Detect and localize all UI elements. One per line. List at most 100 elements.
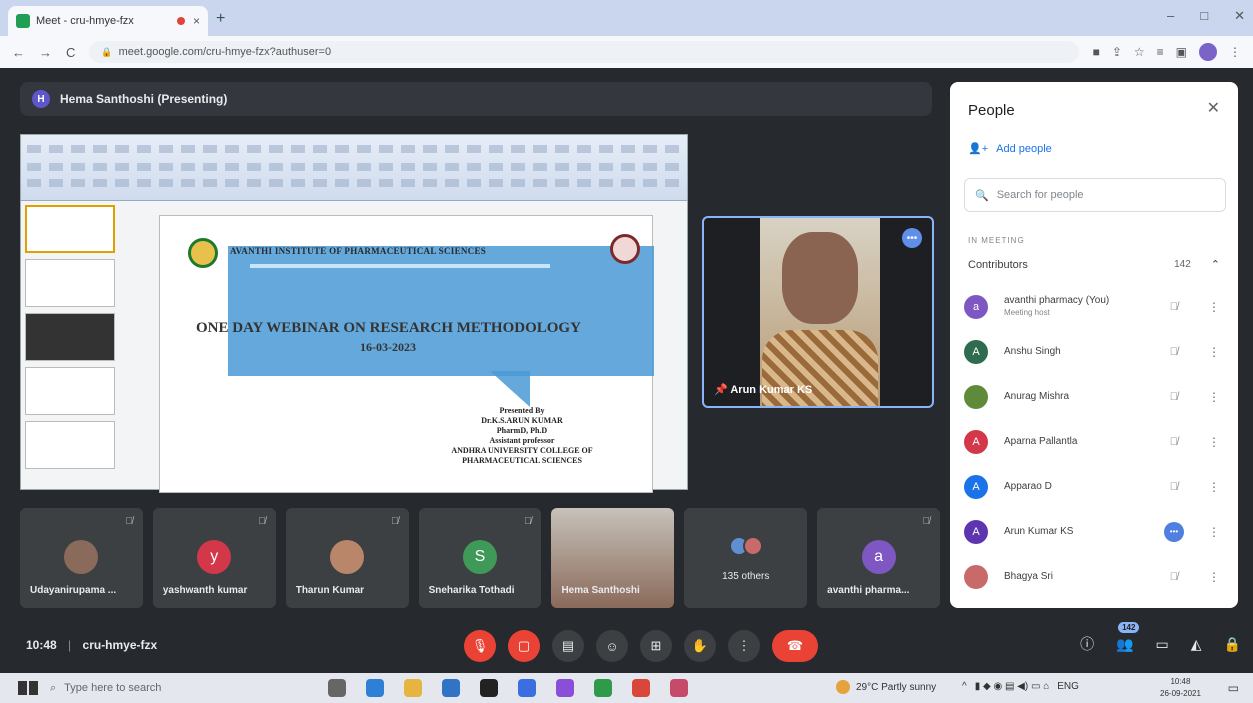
close-window-button[interactable]: ✕ bbox=[1234, 8, 1245, 24]
pinned-camera-tile[interactable]: ••• 📌 Arun Kumar KS bbox=[702, 216, 934, 408]
taskbar-search[interactable]: ⌕ Type here to search bbox=[50, 676, 300, 700]
slide-college-line1: ANDHRA UNIVERSITY COLLEGE OF bbox=[451, 446, 593, 455]
mic-off-icon: 🎙̸ bbox=[1169, 345, 1178, 358]
share-icon[interactable]: ⇪ bbox=[1112, 45, 1122, 59]
tile-options-icon[interactable]: ••• bbox=[902, 228, 922, 248]
host-controls-icon[interactable]: 🔒 bbox=[1224, 636, 1241, 653]
emoji-button[interactable]: ☺ bbox=[596, 630, 628, 662]
info-icon[interactable]: ⓘ bbox=[1080, 634, 1094, 654]
person-avatar bbox=[964, 384, 988, 409]
person-row[interactable]: A Apparao D 🎙̸ ⋮ bbox=[964, 464, 1230, 509]
person-row[interactable]: Anurag Mishra 🎙̸ ⋮ bbox=[964, 374, 1230, 419]
browser-tab[interactable]: Meet - cru-hmye-fzx × bbox=[8, 6, 208, 36]
more-icon[interactable]: ⋮ bbox=[1208, 480, 1220, 494]
participant-video-tile[interactable]: Hema Santhoshi bbox=[551, 508, 675, 608]
person-row[interactable]: A Anshu Singh 🎙̸ ⋮ bbox=[964, 329, 1230, 374]
forward-icon[interactable]: → bbox=[39, 45, 52, 60]
participant-tile[interactable]: 🎙̸ Udayanirupama ... bbox=[20, 508, 143, 608]
people-panel: People ✕ 👤+ Add people 🔍 Search for peop… bbox=[950, 82, 1238, 608]
more-icon[interactable]: ⋮ bbox=[1208, 390, 1220, 404]
ribbon-row bbox=[27, 163, 681, 171]
windows-taskbar: ⌕ Type here to search 29°C Partly sunny … bbox=[0, 673, 1253, 703]
contributors-header[interactable]: Contributors 142 ⌃ bbox=[968, 258, 1220, 272]
chrome-icon[interactable] bbox=[594, 679, 612, 697]
app-icon[interactable] bbox=[670, 679, 688, 697]
more-icon[interactable]: ⋮ bbox=[1208, 435, 1220, 449]
others-tile[interactable]: 135 others bbox=[684, 508, 808, 608]
edge-icon[interactable] bbox=[366, 679, 384, 697]
chat-icon[interactable]: ▭ bbox=[1156, 636, 1169, 653]
more-icon[interactable]: ⋮ bbox=[1208, 300, 1220, 314]
mic-toggle-button[interactable]: 🎙 bbox=[464, 630, 496, 662]
taskbar-weather[interactable]: 29°C Partly sunny bbox=[836, 680, 936, 694]
person-row[interactable]: a avanthi pharmacy (You) Meeting host 🎙̸ … bbox=[964, 284, 1230, 329]
app-icon[interactable] bbox=[556, 679, 574, 697]
ribbon-row bbox=[27, 145, 681, 153]
new-tab-button[interactable]: + bbox=[216, 10, 225, 28]
participant-tile[interactable]: 🎙̸ S Sneharika Tothadi bbox=[418, 508, 542, 608]
present-button[interactable]: ⊞ bbox=[640, 630, 672, 662]
slide-thumbnails bbox=[25, 205, 121, 485]
profile-icon[interactable] bbox=[1199, 43, 1217, 61]
language-indicator[interactable]: ENG bbox=[1057, 681, 1079, 692]
search-people-input[interactable]: 🔍 Search for people bbox=[964, 178, 1226, 212]
close-icon[interactable]: ✕ bbox=[1207, 98, 1220, 118]
activities-icon[interactable]: ◭ bbox=[1191, 636, 1202, 653]
side-controls: ⓘ 👥 142 ▭ ◭ 🔒 bbox=[1080, 621, 1241, 654]
tab-close-icon[interactable]: × bbox=[193, 14, 200, 28]
tray-icons[interactable]: ▮ ◆ ◉ ▤ ◀) ▭ ⌂ bbox=[975, 681, 1050, 692]
minimize-button[interactable]: – bbox=[1167, 8, 1174, 24]
file-explorer-icon[interactable] bbox=[404, 679, 422, 697]
more-icon[interactable]: ⋮ bbox=[1208, 345, 1220, 359]
more-icon[interactable]: ⋮ bbox=[1208, 570, 1220, 584]
store-icon[interactable] bbox=[442, 679, 460, 697]
powerpoint-ribbon bbox=[21, 135, 687, 201]
more-icon[interactable]: ⋮ bbox=[1229, 45, 1241, 59]
chrome-icon[interactable] bbox=[632, 679, 650, 697]
presenter-avatar: H bbox=[32, 90, 50, 108]
taskbar-clock[interactable]: 10:48 26-09-2021 bbox=[1160, 676, 1201, 700]
back-icon[interactable]: ← bbox=[12, 45, 25, 60]
sidepanel-icon[interactable]: ▣ bbox=[1176, 45, 1187, 59]
pin-icon[interactable]: 📌 bbox=[714, 384, 730, 396]
maximize-button[interactable]: □ bbox=[1200, 8, 1208, 24]
section-label: IN MEETING bbox=[968, 236, 1025, 245]
person-row[interactable]: A Arun Kumar KS ••• ⋮ bbox=[964, 509, 1230, 554]
app-icon[interactable] bbox=[518, 679, 536, 697]
task-view-icon[interactable] bbox=[328, 679, 346, 697]
participant-tile[interactable]: 🎙̸ Tharun Kumar bbox=[285, 508, 409, 608]
chevron-up-icon[interactable]: ^ bbox=[962, 681, 967, 692]
mic-off-icon: 🎙̸ bbox=[922, 516, 931, 527]
captions-button[interactable]: ▤ bbox=[552, 630, 584, 662]
lock-icon: 🔒 bbox=[101, 46, 113, 57]
raise-hand-button[interactable]: ✋ bbox=[684, 630, 716, 662]
slide-subtitle-bar bbox=[250, 264, 550, 268]
browser-tab-bar: Meet - cru-hmye-fzx × + – □ ✕ bbox=[0, 0, 1253, 36]
people-icon[interactable]: 👥 142 bbox=[1116, 621, 1140, 653]
meet-favicon-icon bbox=[16, 14, 30, 28]
participant-tile[interactable]: 🎙̸ y yashwanth kumar bbox=[152, 508, 276, 608]
person-row[interactable]: Bhagya Sri 🎙̸ ⋮ bbox=[964, 554, 1230, 599]
chevron-up-icon[interactable]: ⌃ bbox=[1211, 258, 1220, 271]
more-icon[interactable]: ⋮ bbox=[1208, 525, 1220, 539]
weather-icon bbox=[836, 680, 850, 694]
dell-icon[interactable] bbox=[480, 679, 498, 697]
windows-start-icon[interactable] bbox=[18, 681, 38, 695]
address-bar-actions: ■ ⇪ ☆ ≡ ▣ ⋮ bbox=[1093, 43, 1241, 61]
person-avatar bbox=[964, 564, 988, 589]
url-field[interactable]: 🔒 meet.google.com/cru-hmye-fzx?authuser=… bbox=[89, 41, 1079, 63]
current-slide: AVANTHI INSTITUTE OF PHARMACEUTICAL SCIE… bbox=[159, 215, 654, 493]
reload-icon[interactable]: C bbox=[66, 45, 75, 60]
star-icon[interactable]: ☆ bbox=[1134, 45, 1145, 59]
person-row[interactable]: A Aparna Pallantla 🎙̸ ⋮ bbox=[964, 419, 1230, 464]
shared-screen: AVANTHI INSTITUTE OF PHARMACEUTICAL SCIE… bbox=[20, 134, 688, 493]
camera-toggle-button[interactable]: ▢ bbox=[508, 630, 540, 662]
extensions-icon[interactable]: ≡ bbox=[1157, 45, 1164, 59]
participant-tile[interactable]: 🎙̸ a avanthi pharma... bbox=[817, 508, 941, 608]
camera-icon[interactable]: ■ bbox=[1093, 45, 1100, 59]
more-options-button[interactable]: ⋮ bbox=[728, 630, 760, 662]
add-people-button[interactable]: 👤+ Add people bbox=[968, 142, 1052, 156]
notification-icon[interactable]: ▭ bbox=[1228, 681, 1239, 695]
end-call-button[interactable]: ☎ bbox=[772, 630, 818, 662]
search-icon: ⌕ bbox=[50, 681, 57, 694]
